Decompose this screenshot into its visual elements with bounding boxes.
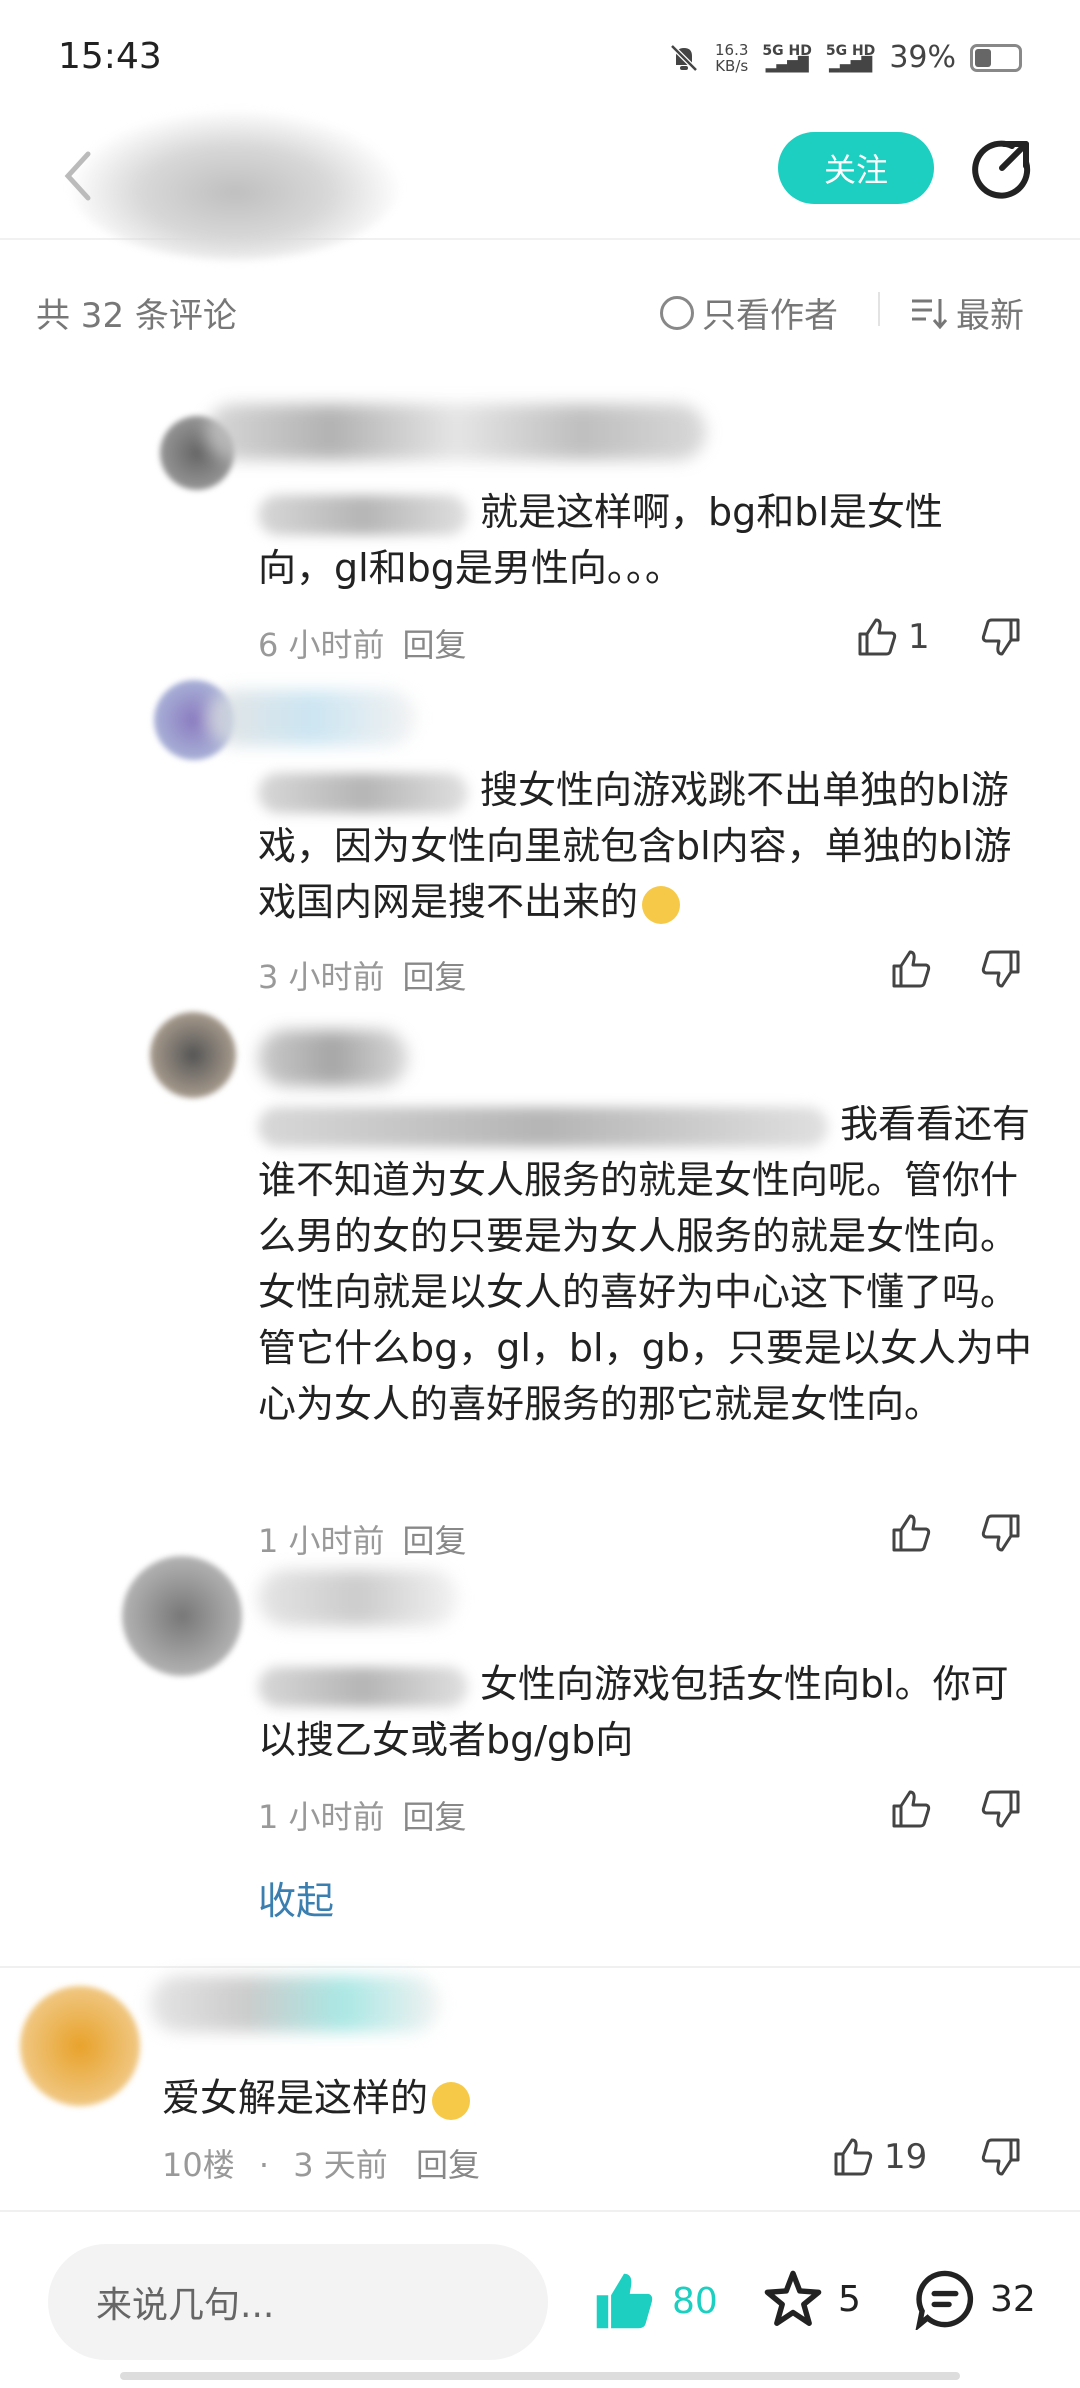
author-only-toggle[interactable]: 只看作者: [660, 288, 838, 337]
bottom-action-bar: 来说几句... 80 5 32: [0, 2210, 1080, 2388]
mention-mask: [258, 494, 468, 535]
comment-meta: 10楼 · 3 天前 回复: [162, 2146, 480, 2184]
thumbs-down-icon[interactable]: [978, 946, 1024, 992]
thumbs-down-icon[interactable]: [978, 1510, 1024, 1556]
mute-bell-icon: [670, 43, 698, 72]
share-icon[interactable]: [968, 136, 1034, 202]
reply-text: 我看看还有谁不知道为女人服务的就是女性向呢。管你什么男的女的只要是为女人服务的就…: [258, 1102, 1032, 1426]
avatar[interactable]: [150, 1012, 236, 1098]
thumbs-up-filled-icon: [596, 2273, 653, 2329]
comments-button[interactable]: 32: [914, 2268, 1036, 2330]
blurred-username: [150, 1976, 440, 2032]
follow-button[interactable]: 关注: [778, 132, 934, 204]
favorite-button[interactable]: 5: [762, 2268, 861, 2330]
mention-mask: [258, 772, 468, 813]
status-icons: 16.3 KB/s 5G HD ▂▄▆█ 5G HD ▂▄▆█ 39%: [667, 40, 1022, 75]
comment-count: 共 32 条评论: [36, 296, 237, 336]
reply-button[interactable]: 回复: [416, 2146, 480, 2184]
mention-mask: [258, 1666, 468, 1707]
blurred-username: [258, 1030, 408, 1086]
reply-button[interactable]: 回复: [403, 958, 467, 996]
comment-text: 爱女解是这样的: [162, 2070, 962, 2126]
divider: [878, 292, 880, 326]
thumbs-up-icon: [892, 950, 931, 988]
clock: 15:43: [58, 36, 162, 77]
like-button[interactable]: [888, 946, 942, 992]
signal-1: 5G HD ▂▄▆█: [762, 42, 812, 73]
thumbs-down-icon[interactable]: [978, 614, 1024, 660]
thumbs-up-icon: [892, 1514, 931, 1552]
like-button[interactable]: [888, 1786, 942, 1832]
reply-text: 就是这样啊，bg和bl是女性向，gl和bg是男性向。。。: [258, 490, 943, 590]
like-button[interactable]: 1: [854, 614, 930, 660]
comment-bubble-icon: [915, 2270, 974, 2330]
sort-toggle[interactable]: 最新: [910, 288, 1024, 337]
reply-button[interactable]: 回复: [403, 1798, 467, 1836]
blurred-username: [258, 1570, 458, 1626]
reply-button[interactable]: 回复: [403, 1522, 467, 1560]
face-emoji-icon: [432, 2081, 471, 2120]
collapse-replies-link[interactable]: 收起: [258, 1870, 334, 1925]
reply-text: 搜女性向游戏跳不出单独的bl游戏，因为女性向里就包含bl内容，单独的bl游戏国内…: [258, 768, 1012, 924]
comments-toolbar: 共 32 条评论 只看作者 最新: [0, 240, 1080, 380]
signal-bars-icon: ▂▄▆█: [829, 56, 873, 73]
radio-icon: [660, 295, 694, 330]
post-header: 关注: [0, 110, 1080, 260]
comment-divider: [0, 1966, 1080, 1968]
reply-meta: 1 小时前 回复: [258, 1522, 467, 1560]
reply-button[interactable]: 回复: [403, 626, 467, 664]
reply-meta: 3 小时前 回复: [258, 958, 467, 996]
sort-icon: [912, 298, 948, 329]
like-button[interactable]: [888, 1510, 942, 1556]
reply-text: 女性向游戏包括女性向bl。你可以搜乙女或者bg/gb向: [258, 1662, 1009, 1762]
net-speed: 16.3 KB/s: [715, 40, 749, 75]
status-bar: 15:43 16.3 KB/s 5G HD ▂▄▆█ 5G HD ▂▄▆█ 39…: [0, 0, 1080, 110]
thumbs-down-icon[interactable]: [978, 2134, 1024, 2180]
face-emoji-icon: [642, 885, 681, 924]
avatar[interactable]: [122, 1556, 242, 1676]
post-like-button[interactable]: 80: [590, 2268, 718, 2334]
thumbs-up-icon: [858, 618, 897, 656]
star-icon: [764, 2270, 822, 2326]
thumbs-up-icon: [834, 2138, 873, 2176]
thumbs-down-icon[interactable]: [978, 1786, 1024, 1832]
reply-meta: 6 小时前 回复: [258, 626, 467, 664]
mention-mask: [258, 1106, 828, 1147]
blurred-title: [70, 110, 400, 260]
home-indicator: [120, 2372, 960, 2380]
blurred-username: [206, 404, 706, 460]
back-arrow-icon[interactable]: [58, 146, 98, 206]
comment-input[interactable]: 来说几句...: [48, 2244, 548, 2360]
thumbs-up-icon: [892, 1790, 931, 1828]
blurred-username: [206, 690, 416, 746]
battery-icon: [970, 43, 1022, 72]
signal-2: 5G HD ▂▄▆█: [825, 42, 876, 73]
battery-percent: 39%: [889, 40, 956, 75]
avatar[interactable]: [20, 1986, 140, 2106]
reply-meta: 1 小时前 回复: [258, 1798, 467, 1836]
like-button[interactable]: 19: [830, 2134, 927, 2180]
signal-bars-icon: ▂▄▆█: [765, 56, 809, 73]
